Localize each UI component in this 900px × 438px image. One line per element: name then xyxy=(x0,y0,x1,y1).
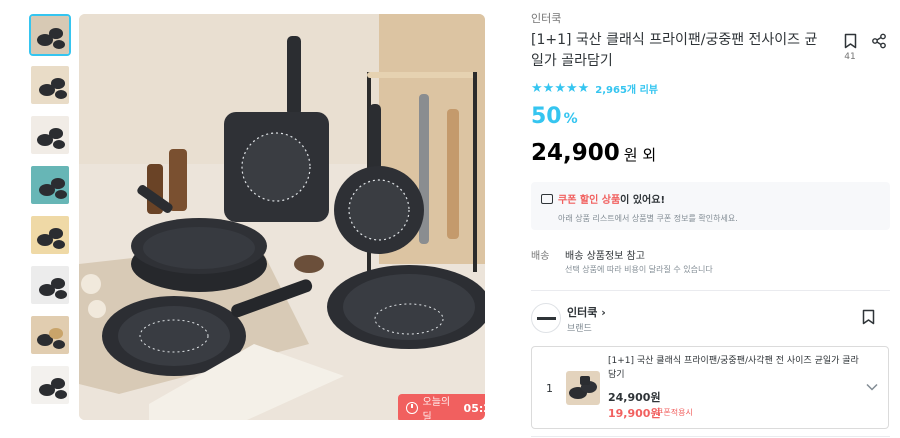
seller-bookmark-button[interactable] xyxy=(862,309,875,329)
brand-link[interactable]: 인터쿡 xyxy=(531,10,561,26)
bookmark-icon xyxy=(844,33,856,49)
star-icon: ★ xyxy=(542,81,555,96)
review-count[interactable]: 2,965개 리뷰 xyxy=(595,81,658,96)
rating[interactable]: ★ ★ ★ ★ ★ 2,965개 리뷰 xyxy=(531,81,658,96)
divider xyxy=(531,436,890,437)
product-thumbnail[interactable] xyxy=(29,214,71,256)
product-thumbnail[interactable] xyxy=(29,164,71,206)
chevron-down-icon xyxy=(866,380,878,394)
half-star-icon: ★ xyxy=(577,81,590,96)
product-thumbnail[interactable] xyxy=(29,114,71,156)
bookmark-icon xyxy=(862,309,875,325)
product-thumbnail[interactable] xyxy=(29,264,71,306)
coupon-icon xyxy=(541,193,553,204)
option-price: 24,900원 xyxy=(608,391,661,404)
seller-logo[interactable] xyxy=(531,303,561,333)
coupon-highlight: 쿠폰 할인 상품 xyxy=(558,195,621,206)
bookmark-count: 41 xyxy=(844,52,856,62)
option-sale-label: 쿠폰적용시 xyxy=(656,408,693,417)
option-sale-price: 19,900원 xyxy=(608,407,661,420)
bookmark-button[interactable] xyxy=(842,33,858,53)
discount-unit: % xyxy=(563,111,578,127)
option-thumbnail xyxy=(566,371,600,405)
deal-timer-button[interactable]: 오늘의딜 05:28:29 남음 › xyxy=(398,394,485,420)
star-icon: ★ xyxy=(565,81,578,96)
product-photo xyxy=(79,14,485,420)
product-thumbnail[interactable] xyxy=(29,14,71,56)
coupon-text: 이 있어요! xyxy=(620,195,666,206)
discount-rate: 50% xyxy=(531,104,578,129)
deal-label: 오늘의딜 xyxy=(422,397,451,420)
share-icon xyxy=(872,33,886,49)
coupon-notice: 쿠폰 할인 상품 이 있어요! 아래 상품 리스트에서 상품별 쿠폰 정보를 확… xyxy=(531,182,890,230)
price-unit: 원 외 xyxy=(623,146,657,164)
seller-name-link[interactable]: 인터쿡 › xyxy=(567,304,606,320)
main-product-image[interactable]: 오늘의딜 05:28:29 남음 › xyxy=(79,14,485,420)
star-icon: ★ xyxy=(531,81,543,96)
shipping-note: 선택 상품에 따라 비용이 달라질 수 있습니다 xyxy=(565,265,713,274)
product-thumbnail[interactable] xyxy=(29,364,71,406)
price-value: 24,900 xyxy=(531,140,620,166)
deal-time: 05:28:29 xyxy=(463,401,485,415)
seller-type: 브랜드 xyxy=(567,324,592,334)
thumbnail-list xyxy=(29,14,71,414)
shipping-value: 배송 상품정보 참고 xyxy=(565,251,645,262)
option-index: 1 xyxy=(546,382,553,395)
discount-value: 50 xyxy=(531,104,562,129)
shipping-label: 배송 xyxy=(531,251,550,262)
share-button[interactable] xyxy=(871,33,887,53)
product-thumbnail[interactable] xyxy=(29,64,71,106)
product-title: [1+1] 국산 클래식 프라이팬/궁중팬 전사이즈 균일가 골라담기 xyxy=(531,32,818,69)
star-icon: ★ xyxy=(554,81,566,96)
coupon-desc: 아래 상품 리스트에서 상품별 쿠폰 정보를 확인하세요. xyxy=(558,214,738,223)
price: 24,900 원 외 xyxy=(531,140,656,166)
option-select[interactable]: 1 [1+1] 국산 클래식 프라이팬/궁중팬/사각팬 전 사이즈 균일가 골라… xyxy=(531,346,889,429)
option-name: [1+1] 국산 클래식 프라이팬/궁중팬/사각팬 전 사이즈 균일가 골라담기 xyxy=(608,356,859,380)
product-thumbnail[interactable] xyxy=(29,314,71,356)
clock-icon xyxy=(406,402,418,414)
divider xyxy=(531,290,890,291)
